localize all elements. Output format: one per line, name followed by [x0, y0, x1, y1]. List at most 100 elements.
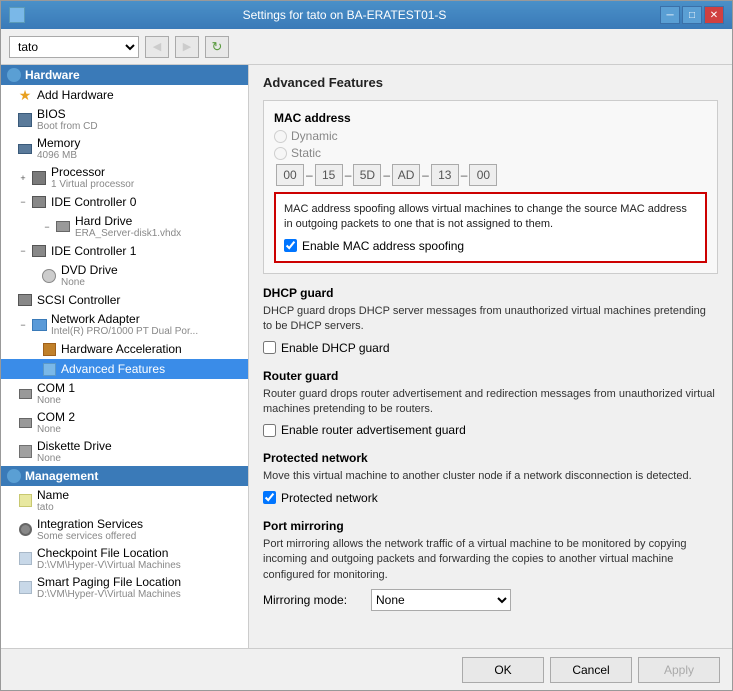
mac-octet-5: 13: [431, 164, 459, 186]
enable-dhcp-guard-checkbox[interactable]: [263, 341, 276, 354]
sidebar-item-com2[interactable]: COM 2 None: [1, 408, 248, 437]
processor-icon: [31, 170, 47, 186]
mac-octet-1: 00: [276, 164, 304, 186]
management-section-label: Management: [25, 469, 98, 483]
mac-fields: 00 – 15 – 5D – AD – 13 – 00: [276, 164, 707, 186]
port-mirroring-title: Port mirroring: [263, 519, 718, 533]
dvd-icon: [41, 268, 57, 284]
dynamic-label: Dynamic: [291, 129, 338, 143]
processor-sub: 1 Virtual processor: [51, 179, 134, 190]
network-icon: [31, 317, 47, 333]
sidebar-item-ide1[interactable]: − IDE Controller 1: [1, 241, 248, 261]
sidebar-item-diskette[interactable]: Diskette Drive None: [1, 437, 248, 466]
toolbar: tato ◀ ▶ ↻: [1, 29, 732, 65]
dynamic-radio[interactable]: [274, 130, 287, 143]
bios-icon: [17, 112, 33, 128]
back-button[interactable]: ◀: [145, 36, 169, 58]
name-icon: [17, 493, 33, 509]
window-icon: [9, 7, 25, 23]
hw-accel-icon: [41, 341, 57, 357]
enable-mac-spoofing-label: Enable MAC address spoofing: [302, 239, 464, 253]
management-section-icon: [7, 469, 21, 483]
advanced-features-label: Advanced Features: [61, 362, 165, 376]
hw-accel-label: Hardware Acceleration: [61, 342, 182, 356]
sidebar-item-integration[interactable]: Integration Services Some services offer…: [1, 515, 248, 544]
cancel-button[interactable]: Cancel: [550, 657, 632, 683]
smart-paging-label: Smart Paging File Location: [37, 575, 181, 589]
smart-paging-icon: [17, 580, 33, 596]
hard-drive-label: Hard Drive: [75, 214, 181, 228]
sidebar-item-processor[interactable]: + Processor 1 Virtual processor: [1, 163, 248, 192]
forward-button[interactable]: ▶: [175, 36, 199, 58]
mirroring-mode-label: Mirroring mode:: [263, 593, 363, 607]
close-button[interactable]: ✕: [704, 6, 724, 24]
sidebar-item-bios[interactable]: BIOS Boot from CD: [1, 105, 248, 134]
sidebar-item-advanced-features[interactable]: Advanced Features: [1, 359, 248, 379]
sidebar-item-dvd[interactable]: DVD Drive None: [1, 261, 248, 290]
network-expand[interactable]: −: [17, 319, 29, 331]
sidebar-item-ide0[interactable]: − IDE Controller 0: [1, 192, 248, 212]
sidebar-item-hw-accel[interactable]: Hardware Acceleration: [1, 339, 248, 359]
sidebar-item-checkpoint[interactable]: Checkpoint File Location D:\VM\Hyper-V\V…: [1, 544, 248, 573]
port-mirroring-desc: Port mirroring allows the network traffi…: [263, 537, 718, 583]
hardware-section-icon: [7, 68, 21, 82]
processor-expand[interactable]: +: [17, 172, 29, 184]
sidebar-item-com1[interactable]: COM 1 None: [1, 379, 248, 408]
com2-sub: None: [37, 424, 75, 435]
minimize-button[interactable]: ─: [660, 6, 680, 24]
ide1-expand[interactable]: −: [17, 245, 29, 257]
ide0-label: IDE Controller 0: [51, 195, 136, 209]
checkpoint-sub: D:\VM\Hyper-V\Virtual Machines: [37, 560, 181, 571]
ide0-icon: [31, 194, 47, 210]
footer: OK Cancel Apply: [1, 648, 732, 690]
apply-button[interactable]: Apply: [638, 657, 720, 683]
checkpoint-icon: [17, 551, 33, 567]
router-guard-desc: Router guard drops router advertisement …: [263, 387, 718, 418]
ok-button[interactable]: OK: [462, 657, 544, 683]
integration-icon: [17, 522, 33, 538]
protected-network-desc: Move this virtual machine to another clu…: [263, 469, 718, 484]
sidebar-item-scsi[interactable]: SCSI Controller: [1, 290, 248, 310]
hdd-expand[interactable]: −: [41, 221, 53, 233]
diskette-icon: [17, 444, 33, 460]
enable-router-guard-label: Enable router advertisement guard: [281, 423, 466, 437]
advanced-features-title: Advanced Features: [263, 75, 718, 90]
mirroring-mode-select[interactable]: None Source Destination: [371, 589, 511, 611]
vm-selector[interactable]: tato: [9, 36, 139, 58]
sidebar-item-hard-drive[interactable]: − Hard Drive ERA_Server-disk1.vhdx: [1, 212, 248, 241]
integration-sub: Some services offered: [37, 531, 143, 542]
refresh-button[interactable]: ↻: [205, 36, 229, 58]
com2-label: COM 2: [37, 410, 75, 424]
mac-octet-3: 5D: [353, 164, 381, 186]
hard-drive-icon: [55, 219, 71, 235]
memory-label: Memory: [37, 136, 80, 150]
enable-router-guard-checkbox[interactable]: [263, 424, 276, 437]
main-content: Hardware ★ Add Hardware BIOS Boot from C…: [1, 65, 732, 648]
dvd-label: DVD Drive: [61, 263, 118, 277]
ide0-expand[interactable]: −: [17, 196, 29, 208]
hardware-section-header: Hardware: [1, 65, 248, 85]
memory-icon: [17, 141, 33, 157]
sidebar-item-smart-paging[interactable]: Smart Paging File Location D:\VM\Hyper-V…: [1, 573, 248, 602]
hard-drive-sub: ERA_Server-disk1.vhdx: [75, 228, 181, 239]
protected-network-section: Protected network Move this virtual mach…: [263, 451, 718, 504]
sidebar-item-network[interactable]: − Network Adapter Intel(R) PRO/1000 PT D…: [1, 310, 248, 339]
protected-network-checkbox[interactable]: [263, 491, 276, 504]
network-label: Network Adapter: [51, 312, 198, 326]
maximize-button[interactable]: □: [682, 6, 702, 24]
port-mirroring-section: Port mirroring Port mirroring allows the…: [263, 519, 718, 611]
sidebar-item-name[interactable]: Name tato: [1, 486, 248, 515]
bios-label: BIOS: [37, 107, 98, 121]
static-radio[interactable]: [274, 147, 287, 160]
management-section-header: Management: [1, 466, 248, 486]
diskette-sub: None: [37, 453, 112, 464]
mac-octet-4: AD: [392, 164, 420, 186]
bios-sub: Boot from CD: [37, 121, 98, 132]
dvd-sub: None: [61, 277, 118, 288]
right-panel: Advanced Features MAC address Dynamic St…: [249, 65, 732, 648]
processor-label: Processor: [51, 165, 134, 179]
router-guard-title: Router guard: [263, 369, 718, 383]
enable-mac-spoofing-checkbox[interactable]: [284, 239, 297, 252]
sidebar-item-add-hardware[interactable]: ★ Add Hardware: [1, 85, 248, 105]
sidebar-item-memory[interactable]: Memory 4096 MB: [1, 134, 248, 163]
